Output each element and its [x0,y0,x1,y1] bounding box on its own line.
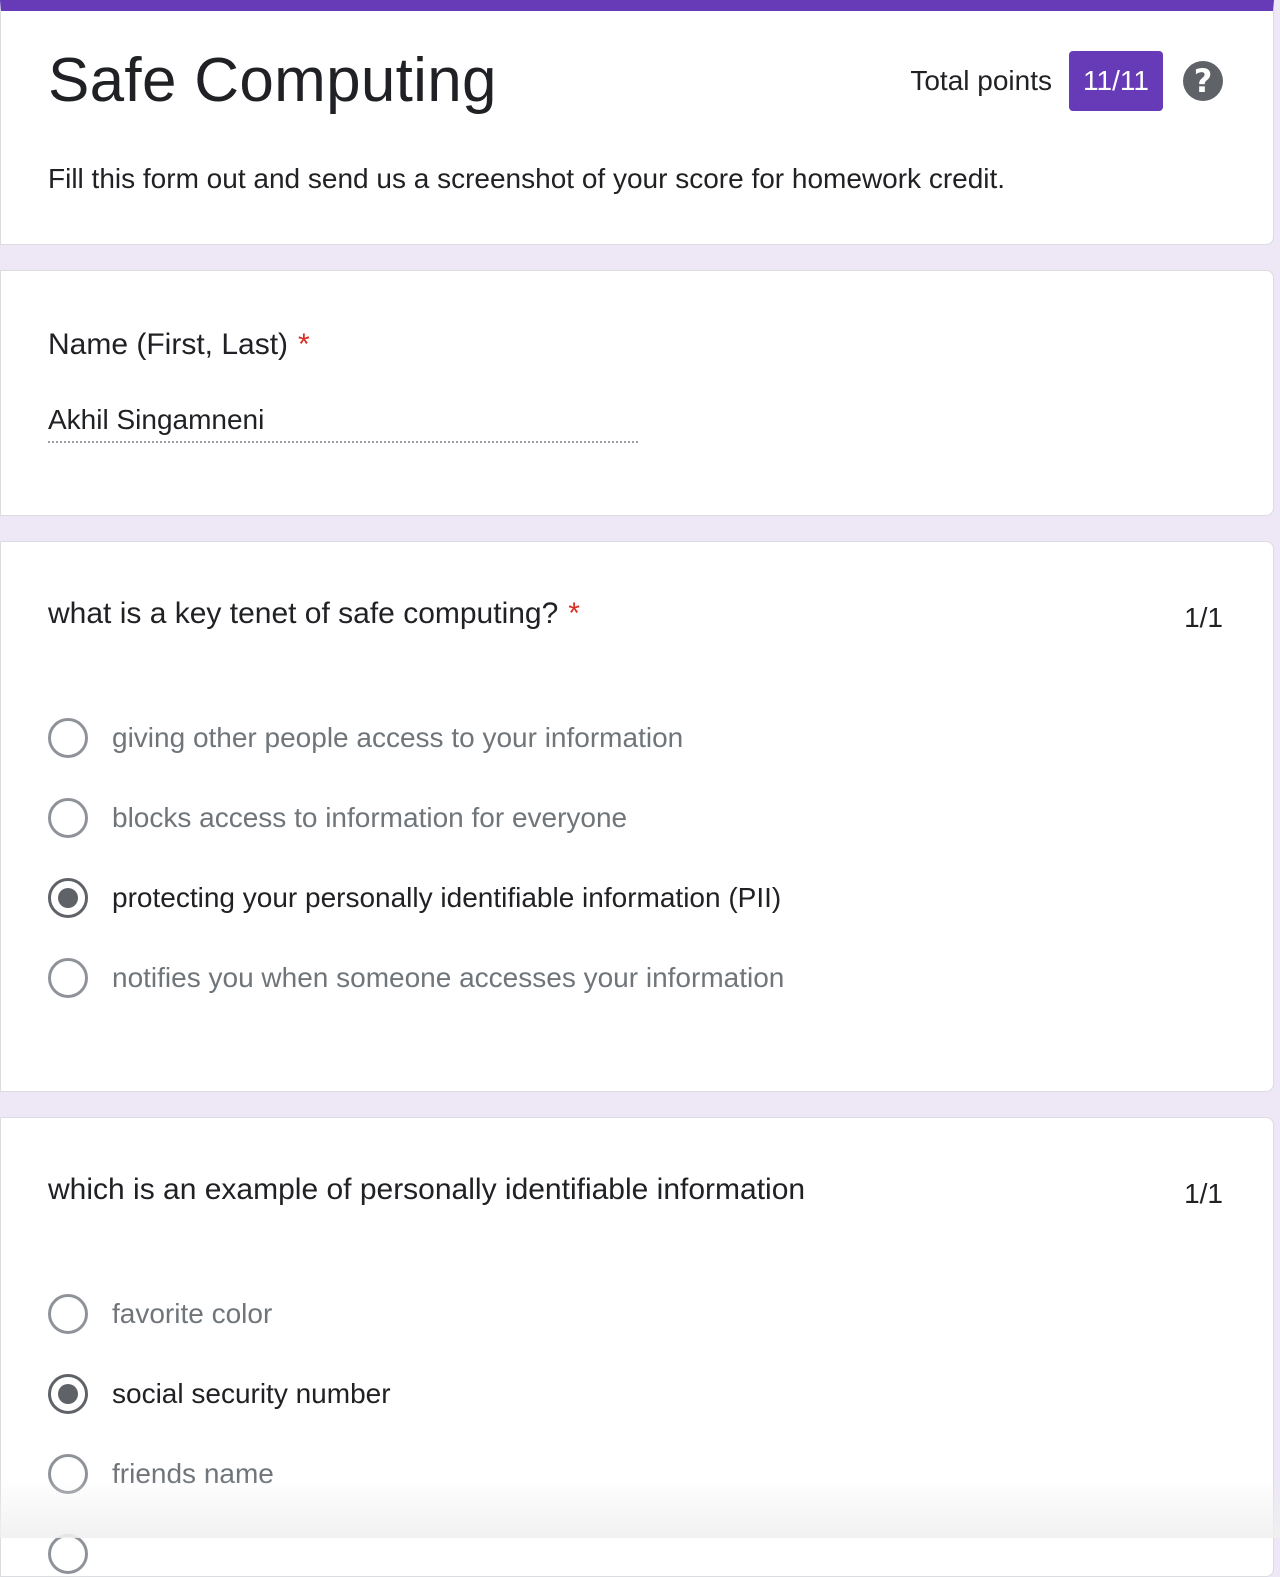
radio-option[interactable]: favorite color [48,1294,272,1334]
question-score: 1/1 [1184,602,1223,633]
option-label: blocks access to information for everyon… [112,802,628,833]
radio-button-unchecked[interactable] [48,1294,88,1334]
question-title: what is a key tenet of safe computing? * [48,594,580,634]
question-title-text: what is a key tenet of safe computing? [48,597,559,630]
radio-button-checked[interactable] [48,1374,88,1414]
total-points: Total points 11/11 ? [910,51,1223,111]
option-label: social security number [112,1378,391,1409]
option-label: giving other people access to your infor… [112,722,684,753]
radio-option[interactable]: blocks access to information for everyon… [48,798,627,838]
radio-button-unchecked[interactable] [48,1534,88,1574]
question-title: Name (First, Last) * [48,325,310,365]
radio-option[interactable] [48,1534,88,1574]
help-question-icon[interactable]: ? [1183,61,1223,101]
radio-option[interactable]: notifies you when someone accesses your … [48,958,784,998]
radio-option-selected[interactable]: protecting your personally identifiable … [48,878,781,918]
name-answer-field[interactable]: Akhil Singamneni [48,397,638,443]
option-label: notifies you when someone accesses your … [112,962,785,993]
total-points-badge: 11/11 [1069,51,1163,111]
option-label: friends name [112,1458,274,1489]
radio-button-unchecked[interactable] [48,798,88,838]
radio-button-unchecked[interactable] [48,1454,88,1494]
radio-option[interactable]: giving other people access to your infor… [48,718,683,758]
total-points-label: Total points [910,65,1052,96]
option-label: protecting your personally identifiable … [112,882,782,913]
radio-option[interactable]: friends name [48,1454,274,1494]
radio-button-unchecked[interactable] [48,958,88,998]
question-card-name: Name (First, Last) * Akhil Singamneni [0,270,1274,516]
question-title: which is an example of personally identi… [48,1173,806,1206]
radio-button-checked[interactable] [48,878,88,918]
question-card-key-tenet: what is a key tenet of safe computing? * … [0,541,1274,1092]
form-description: Fill this form out and send us a screens… [48,163,1006,194]
radio-button-unchecked[interactable] [48,718,88,758]
required-asterisk: * [298,328,310,361]
form-header-card: Safe Computing Total points 11/11 ? Fill… [0,0,1274,245]
question-title-text: Name (First, Last) [48,328,289,361]
option-label: favorite color [112,1298,273,1329]
radio-option-selected[interactable]: social security number [48,1374,391,1414]
question-score: 1/1 [1184,1178,1223,1209]
required-asterisk: * [568,597,580,630]
question-card-pii-example: which is an example of personally identi… [0,1117,1274,1577]
form-title: Safe Computing [48,46,497,115]
